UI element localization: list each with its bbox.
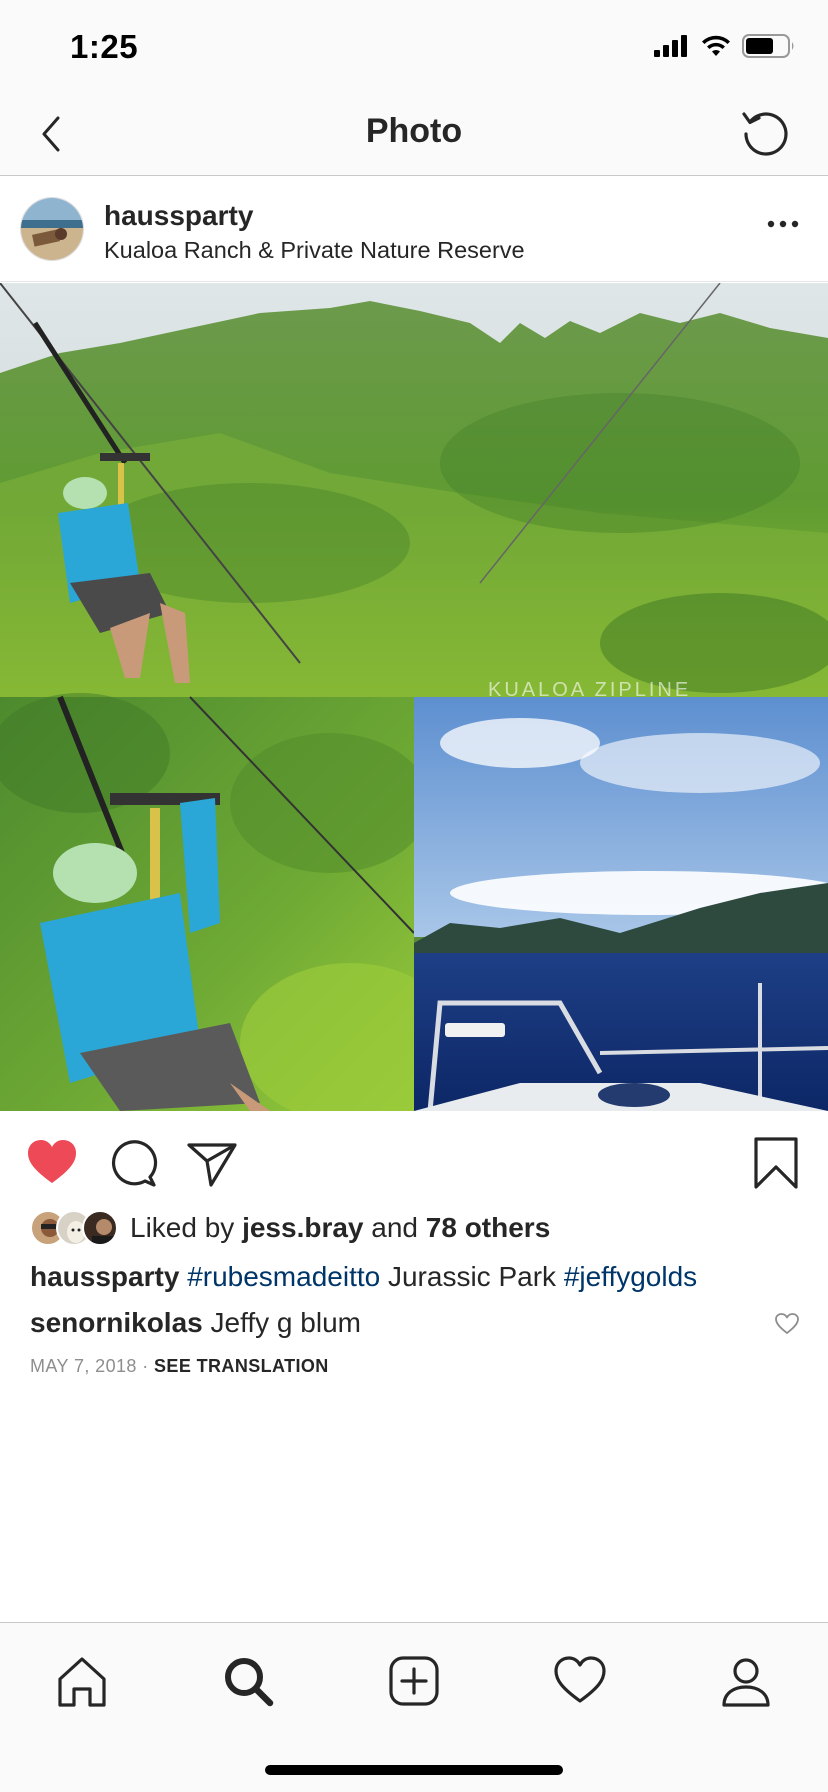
avatar[interactable] — [20, 197, 84, 261]
likes-and: and — [363, 1212, 426, 1243]
post-header: haussparty Kualoa Ranch & Private Nature… — [0, 177, 828, 282]
comment: senornikolas Jeffy g blum — [30, 1306, 770, 1340]
liker-avatars — [30, 1210, 122, 1246]
cellular-signal-icon — [654, 35, 687, 57]
activity-heart-icon[interactable] — [552, 1653, 608, 1709]
comment-icon[interactable] — [104, 1135, 160, 1191]
tab-bar — [0, 1622, 828, 1792]
post-caption: haussparty #rubesmadeitto Jurassic Park … — [30, 1260, 810, 1294]
collage-bottom-right-panel — [414, 697, 828, 1111]
caption-username[interactable]: haussparty — [30, 1261, 179, 1292]
caption-hashtag[interactable]: #rubesmadeitto — [187, 1261, 380, 1292]
comment-username[interactable]: senornikolas — [30, 1307, 203, 1338]
home-icon[interactable] — [54, 1653, 110, 1709]
likes-others[interactable]: 78 others — [426, 1212, 551, 1243]
post-location[interactable]: Kualoa Ranch & Private Nature Reserve — [104, 237, 525, 264]
status-bar: 1:25 — [0, 0, 828, 94]
page-title: Photo — [365, 112, 463, 150]
caption-text: Jurassic Park — [380, 1261, 564, 1292]
post-actions — [0, 1111, 828, 1211]
liked-by-user[interactable]: jess.bray — [242, 1212, 363, 1243]
post-date: MAY 7, 2018 — [30, 1356, 137, 1376]
share-icon[interactable] — [184, 1135, 240, 1191]
meta-separator: · — [136, 1356, 155, 1376]
search-icon[interactable] — [220, 1653, 276, 1709]
post-meta: MAY 7, 2018 · SEE TRANSLATION — [30, 1356, 329, 1377]
photo-watermark: KUALOA ZIPLINE — [488, 679, 691, 701]
refresh-icon[interactable] — [736, 104, 792, 160]
home-indicator — [265, 1765, 563, 1775]
comment-text: Jeffy g blum — [210, 1307, 361, 1338]
comment-like-heart-icon[interactable] — [774, 1312, 800, 1336]
battery-icon — [742, 34, 794, 58]
status-icons — [654, 34, 796, 58]
liked-heart-icon[interactable] — [24, 1135, 80, 1191]
collage-bottom-left-panel — [0, 693, 460, 1111]
likes-text: Liked by jess.bray and 78 others — [130, 1212, 550, 1244]
wifi-icon — [702, 35, 730, 56]
profile-icon[interactable] — [718, 1653, 774, 1709]
likes-prefix: Liked by — [130, 1212, 243, 1243]
caption-hashtag[interactable]: #jeffygolds — [564, 1261, 697, 1292]
liker-avatar — [82, 1210, 118, 1246]
nav-bar: Photo — [0, 94, 828, 176]
bookmark-icon[interactable] — [748, 1135, 804, 1191]
ellipsis-icon[interactable] — [766, 217, 800, 231]
post-photo[interactable]: KUALOA ZIPLINE — [0, 283, 828, 1111]
collage-top-panel — [0, 283, 828, 697]
status-time: 1:25 — [70, 28, 139, 65]
post-username[interactable]: haussparty — [104, 200, 253, 232]
likes-row[interactable]: Liked by jess.bray and 78 others — [30, 1208, 550, 1248]
new-post-icon[interactable] — [386, 1653, 442, 1709]
see-translation-link[interactable]: SEE TRANSLATION — [154, 1356, 329, 1376]
